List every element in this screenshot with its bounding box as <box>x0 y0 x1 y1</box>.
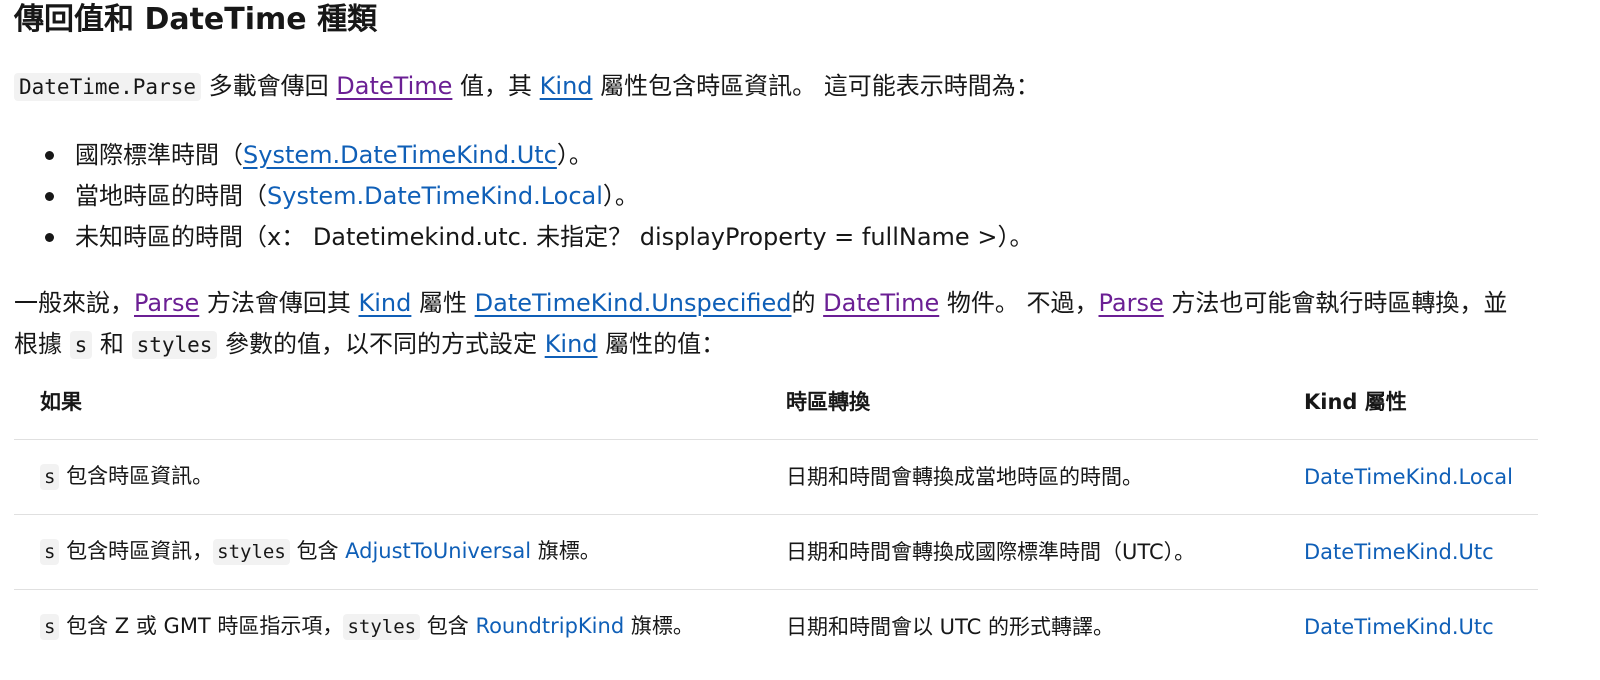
adjust-to-universal-link[interactable]: AdjustToUniversal <box>345 539 531 563</box>
condition-text: 包含 Z 或 GMT 時區指示項， <box>59 614 344 638</box>
inline-code-styles: styles <box>343 614 421 640</box>
paragraph-text: 根據 <box>14 330 70 358</box>
datetime-link[interactable]: DateTime <box>336 72 452 100</box>
conversion-cell: 日期和時間會轉換成國際標準時間（UTC）。 <box>760 514 1278 590</box>
time-kind-list: 國際標準時間（System.DateTimeKind.Utc）。 當地時區的時間… <box>14 135 1033 258</box>
paragraph-text: 物件。 不過， <box>939 289 1099 317</box>
condition-text: 包含時區資訊。 <box>59 464 214 488</box>
list-item-local: 當地時區的時間（System.DateTimeKind.Local）。 <box>44 176 1033 217</box>
paragraph-text: 方法會傳回其 <box>199 289 359 317</box>
list-item-unspecified: 未知時區的時間（x： Datetimekind.utc. 未指定？ displa… <box>44 217 1034 258</box>
kind-cell: DateTimeKind.Utc <box>1278 590 1538 665</box>
kind-cell: DateTimeKind.Local <box>1278 439 1538 515</box>
list-item-text: ）。 <box>602 182 639 210</box>
list-item-text: 國際標準時間（ <box>75 141 243 169</box>
section-heading: 傳回值和 DateTime 種類 <box>14 2 378 37</box>
condition-cell: s 包含 Z 或 GMT 時區指示項， styles 包含 RoundtripKi… <box>14 590 760 665</box>
kind-cell: DateTimeKind.Utc <box>1278 514 1538 590</box>
paragraph-text: 參數的值，以不同的方式設定 <box>217 330 545 358</box>
datetimekind-utc-link[interactable]: DateTimeKind.Utc <box>1304 540 1494 564</box>
condition-text: 包含 <box>289 539 346 563</box>
list-item-text: 當地時區的時間（ <box>75 182 267 210</box>
parse-link[interactable]: Parse <box>134 289 199 317</box>
inline-code-s: s <box>40 464 60 490</box>
datetimekind-unspecified-link[interactable]: DateTimeKind.Unspecified <box>475 289 792 317</box>
list-item-text: ）。 <box>556 141 593 169</box>
paragraph-text: 和 <box>92 330 132 358</box>
datetimekind-utc-link[interactable]: DateTimeKind.Utc <box>1304 615 1494 639</box>
list-item-text: 未知時區的時間（x： Datetimekind.utc. 未指定？ displa… <box>75 223 1034 251</box>
conversion-cell: 日期和時間會以 UTC 的形式轉譯。 <box>786 614 1114 639</box>
kind-link[interactable]: Kind <box>545 330 598 358</box>
table-header-row: 如果 時區轉換 Kind 屬性 <box>14 366 1538 440</box>
intro-paragraph: DateTime.Parse 多載會傳回 DateTime 值，其 Kind 屬… <box>14 66 1040 108</box>
inline-code-s: s <box>40 539 60 565</box>
parse-link[interactable]: Parse <box>1099 289 1164 317</box>
column-header-kind: Kind 屬性 <box>1278 366 1538 440</box>
paragraph-line-2: 根據 s 和 styles 參數的值，以不同的方式設定 Kind 屬性的值： <box>14 324 1588 366</box>
inline-code-s: s <box>69 331 93 359</box>
paragraph-text: 的 <box>791 289 824 317</box>
condition-text: 包含 <box>420 614 476 638</box>
parse-kind-paragraph: 一般來說，Parse 方法會傳回其 Kind 屬性 DateTimeKind.U… <box>14 283 1588 366</box>
column-header-conversion: 時區轉換 <box>760 366 1278 440</box>
kind-link[interactable]: Kind <box>540 72 593 100</box>
condition-text: 包含時區資訊， <box>59 539 214 563</box>
roundtrip-kind-link[interactable]: RoundtripKind <box>475 614 624 638</box>
column-header-if: 如果 <box>14 366 760 440</box>
inline-code-s: s <box>40 614 60 640</box>
conversion-cell: 日期和時間會轉換成當地時區的時間。 <box>760 439 1278 515</box>
paragraph-text: 方法也可能會執行時區轉換，並 <box>1163 289 1508 317</box>
datetime-link[interactable]: DateTime <box>823 289 939 317</box>
intro-text-1: 多載會傳回 <box>201 72 337 100</box>
paragraph-line-1: 一般來說，Parse 方法會傳回其 Kind 屬性 DateTimeKind.U… <box>14 283 1588 324</box>
intro-text-3: 屬性包含時區資訊。 這可能表示時間為： <box>592 72 1040 100</box>
datetimekind-local-link[interactable]: DateTimeKind.Local <box>1304 465 1513 489</box>
inline-code-styles: styles <box>131 331 218 359</box>
table-row: s 包含時區資訊， styles 包含 AdjustToUniversal 旗標。… <box>14 514 1538 590</box>
paragraph-text: 屬性 <box>411 289 475 317</box>
inline-code-styles: styles <box>213 539 290 565</box>
table-row: s 包含 Z 或 GMT 時區指示項， styles 包含 RoundtripKi… <box>14 590 1538 665</box>
condition-text: 旗標。 <box>531 539 601 563</box>
condition-text: 旗標。 <box>624 614 694 638</box>
datetimekind-local-link[interactable]: System.DateTimeKind.Local <box>267 182 603 210</box>
table-row: s 包含時區資訊。 日期和時間會轉換成當地時區的時間。 DateTimeKind… <box>14 439 1538 515</box>
kind-property-table: 如果 時區轉換 Kind 屬性 s 包含時區資訊。 日期和時間會轉換成當地時區的… <box>14 366 1538 664</box>
kind-link[interactable]: Kind <box>359 289 412 317</box>
paragraph-text: 屬性的值： <box>597 330 726 358</box>
inline-code-datetime-parse: DateTime.Parse <box>14 73 202 101</box>
condition-cell: s 包含時區資訊， styles 包含 AdjustToUniversal 旗標。 <box>14 514 760 590</box>
datetimekind-utc-link[interactable]: System.DateTimeKind.Utc <box>243 141 557 169</box>
intro-text-2: 值，其 <box>452 72 540 100</box>
paragraph-text: 一般來說， <box>14 289 134 317</box>
condition-cell: s 包含時區資訊。 <box>14 439 760 515</box>
list-item-utc: 國際標準時間（System.DateTimeKind.Utc）。 <box>44 135 1033 176</box>
